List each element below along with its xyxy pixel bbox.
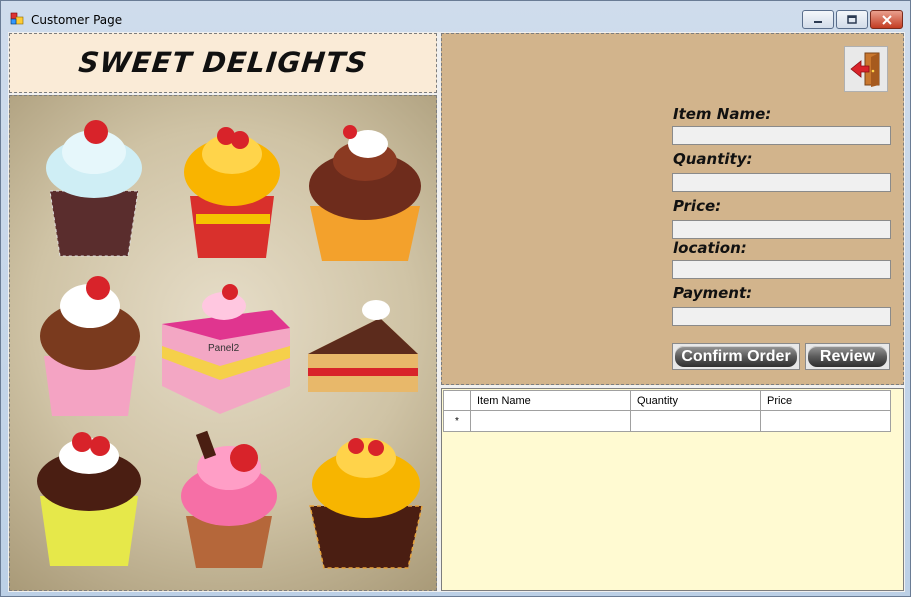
cupcake-1 xyxy=(46,120,142,257)
cupcake-6 xyxy=(181,430,277,568)
cupcake-4 xyxy=(40,276,140,416)
price-field[interactable] xyxy=(672,220,891,239)
customer-page-window: Customer Page SWEET DELIGHTS Panel2 Item… xyxy=(0,0,911,597)
confirm-order-button[interactable]: Confirm Order xyxy=(672,343,800,370)
close-button[interactable] xyxy=(870,10,903,29)
exit-door-icon xyxy=(850,52,880,87)
location-field[interactable] xyxy=(672,260,891,279)
quantity-label: Quantity: xyxy=(673,150,753,168)
brand-title: SWEET DELIGHTS xyxy=(77,46,369,79)
item-name-field[interactable] xyxy=(672,126,891,145)
exit-button[interactable] xyxy=(844,46,888,92)
order-grid[interactable]: Item Name Quantity Price * xyxy=(443,390,891,432)
cupcakes-picture-panel: Panel2 xyxy=(9,95,437,591)
minimize-button[interactable] xyxy=(802,10,834,29)
quantity-field[interactable] xyxy=(672,173,891,192)
cupcake-5 xyxy=(37,432,141,566)
cupcake-7 xyxy=(309,438,423,569)
grid-header-row: Item Name Quantity Price xyxy=(443,390,891,411)
column-header-quantity[interactable]: Quantity xyxy=(630,390,761,411)
confirm-order-label: Confirm Order xyxy=(675,346,797,367)
review-button[interactable]: Review xyxy=(805,343,890,370)
window-title: Customer Page xyxy=(31,13,123,27)
order-form-panel: Item Name: Quantity: Price: location: Pa… xyxy=(441,33,904,385)
grid-cell-price[interactable] xyxy=(760,410,891,432)
close-icon xyxy=(881,14,892,25)
panel-name-label: Panel2 xyxy=(208,343,240,354)
title-bar[interactable]: Customer Page xyxy=(1,1,910,31)
header-panel: SWEET DELIGHTS xyxy=(9,33,437,93)
maximize-icon xyxy=(847,14,857,24)
cupcake-2 xyxy=(184,127,280,258)
order-grid-panel: Item Name Quantity Price * xyxy=(441,388,904,591)
price-label: Price: xyxy=(673,197,722,215)
location-label: location: xyxy=(673,239,747,257)
maximize-button[interactable] xyxy=(836,10,868,29)
payment-field[interactable] xyxy=(672,307,891,326)
grid-new-row[interactable]: * xyxy=(443,410,891,432)
minimize-icon xyxy=(814,20,822,23)
column-header-item-name[interactable]: Item Name xyxy=(470,390,631,411)
column-header-price[interactable]: Price xyxy=(760,390,891,411)
item-name-label: Item Name: xyxy=(673,105,772,123)
cake-slice-triangle xyxy=(308,300,418,392)
review-label: Review xyxy=(808,346,887,367)
new-row-marker: * xyxy=(443,410,471,432)
app-icon xyxy=(10,12,24,25)
grid-cell-quantity[interactable] xyxy=(630,410,761,432)
cupcake-3 xyxy=(309,125,421,261)
grid-corner-header[interactable] xyxy=(443,390,471,411)
grid-cell-item-name[interactable] xyxy=(470,410,631,432)
payment-label: Payment: xyxy=(673,284,753,302)
client-area: SWEET DELIGHTS Panel2 Item Name: Quantit… xyxy=(8,32,905,592)
